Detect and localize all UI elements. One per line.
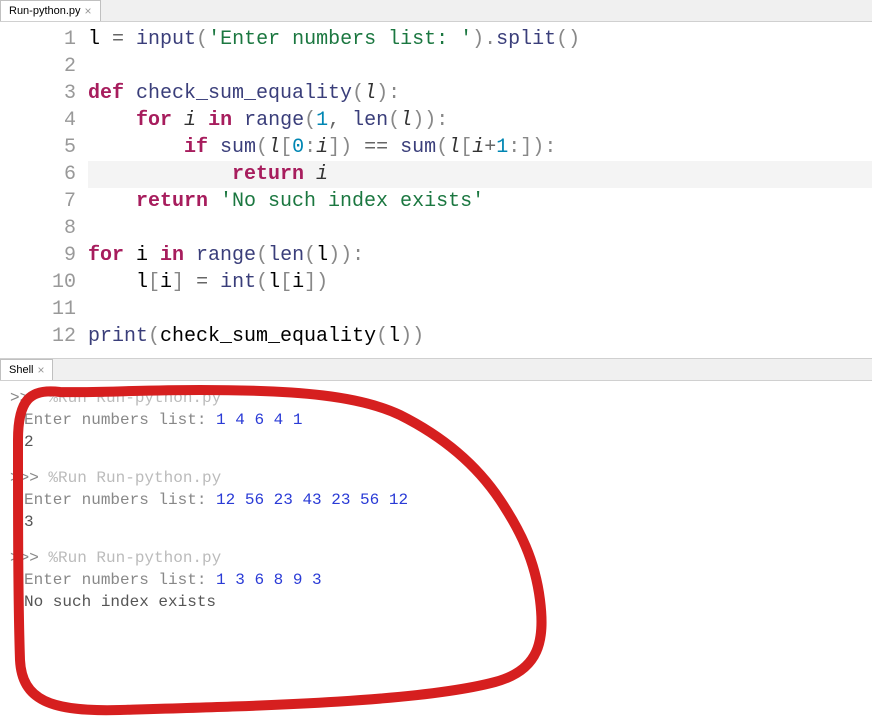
code-editor[interactable]: 123456789101112 l = input('Enter numbers…	[0, 22, 872, 350]
shell-tab[interactable]: Shell ×	[0, 359, 53, 380]
line-number: 10	[0, 269, 76, 296]
code-line[interactable]	[88, 53, 872, 80]
line-number: 6	[0, 161, 76, 188]
line-number: 8	[0, 215, 76, 242]
shell-command: %Run Run-python.py	[48, 549, 221, 567]
code-line[interactable]: for i in range(len(l)):	[88, 242, 872, 269]
code-line[interactable]: l = input('Enter numbers list: ').split(…	[88, 26, 872, 53]
editor-tab[interactable]: Run-python.py ×	[0, 0, 101, 21]
shell-run-block: >>> %Run Run-python.py Enter numbers list…	[10, 547, 862, 613]
shell-output-area[interactable]: >>> %Run Run-python.py Enter numbers list…	[0, 381, 872, 637]
code-line[interactable]: print(check_sum_equality(l))	[88, 323, 872, 350]
shell-run-block: >>> %Run Run-python.py Enter numbers list…	[10, 387, 862, 453]
shell-run-block: >>> %Run Run-python.py Enter numbers list…	[10, 467, 862, 533]
shell-prompt: >>>	[10, 389, 48, 407]
shell-input-prompt: Enter numbers list:	[24, 411, 216, 429]
line-number: 1	[0, 26, 76, 53]
close-icon[interactable]: ×	[37, 363, 44, 377]
shell-result: 2	[10, 431, 862, 453]
shell-user-input: 1 3 6 8 9 3	[216, 571, 322, 589]
code-line[interactable]: return i	[88, 161, 872, 188]
line-number: 2	[0, 53, 76, 80]
code-line[interactable]: if sum(l[0:i]) == sum(l[i+1:]):	[88, 134, 872, 161]
line-number: 5	[0, 134, 76, 161]
line-number: 11	[0, 296, 76, 323]
shell-user-input: 12 56 23 43 23 56 12	[216, 491, 408, 509]
shell-prompt: >>>	[10, 469, 48, 487]
shell-panel: Shell × >>> %Run Run-python.py Enter numb…	[0, 358, 872, 637]
line-number: 9	[0, 242, 76, 269]
shell-input-prompt: Enter numbers list:	[24, 491, 216, 509]
editor-tab-bar: Run-python.py ×	[0, 0, 872, 22]
shell-input-prompt: Enter numbers list:	[24, 571, 216, 589]
close-icon[interactable]: ×	[85, 4, 92, 18]
shell-tab-label: Shell	[9, 364, 33, 376]
line-number-gutter: 123456789101112	[0, 26, 88, 350]
shell-command: %Run Run-python.py	[48, 469, 221, 487]
code-line[interactable]	[88, 215, 872, 242]
shell-result: No such index exists	[10, 591, 862, 613]
line-number: 3	[0, 80, 76, 107]
code-line[interactable]: l[i] = int(l[i])	[88, 269, 872, 296]
code-line[interactable]	[88, 296, 872, 323]
code-line[interactable]: for i in range(1, len(l)):	[88, 107, 872, 134]
editor-tab-label: Run-python.py	[9, 5, 81, 17]
code-line[interactable]: def check_sum_equality(l):	[88, 80, 872, 107]
line-number: 12	[0, 323, 76, 350]
code-line[interactable]: return 'No such index exists'	[88, 188, 872, 215]
code-area[interactable]: l = input('Enter numbers list: ').split(…	[88, 26, 872, 350]
shell-user-input: 1 4 6 4 1	[216, 411, 302, 429]
shell-tab-bar: Shell ×	[0, 359, 872, 381]
line-number: 4	[0, 107, 76, 134]
shell-prompt: >>>	[10, 549, 48, 567]
shell-command: %Run Run-python.py	[48, 389, 221, 407]
shell-result: 3	[10, 511, 862, 533]
line-number: 7	[0, 188, 76, 215]
